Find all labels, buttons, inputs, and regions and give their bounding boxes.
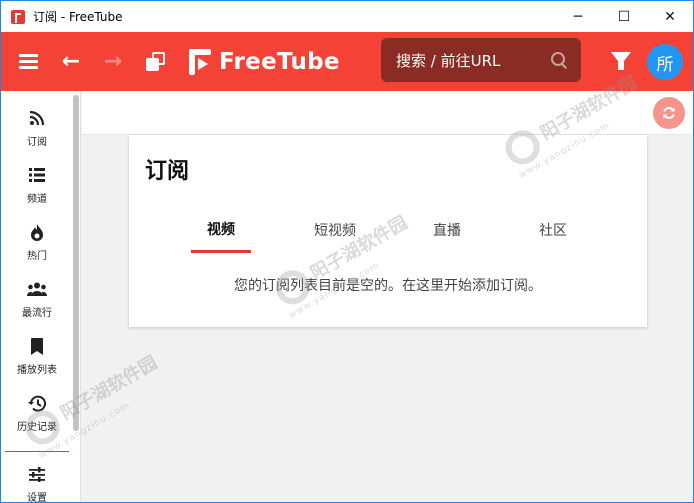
tab-community[interactable]: 社区 bbox=[525, 207, 581, 253]
sidebar-item-trending[interactable]: 热门 bbox=[1, 219, 73, 275]
sidebar-item-settings[interactable]: 设置 bbox=[1, 461, 73, 503]
title-bar: 订阅 - FreeTube ─ ☐ ✕ bbox=[1, 1, 693, 32]
sidebar-item-label: 设置 bbox=[27, 493, 47, 503]
close-button[interactable]: ✕ bbox=[647, 1, 693, 32]
sidebar-item-label: 订阅 bbox=[27, 137, 47, 148]
fire-icon bbox=[30, 219, 44, 245]
top-nav: ← → FreeTube 搜索 / 前往URL 所 bbox=[1, 32, 693, 91]
search-placeholder: 搜索 / 前往URL bbox=[396, 51, 501, 70]
new-window-icon[interactable] bbox=[144, 32, 168, 91]
app-window: 订阅 - FreeTube ─ ☐ ✕ ← → FreeTube 搜索 / 前往… bbox=[0, 0, 694, 503]
search-icon[interactable] bbox=[551, 52, 567, 68]
bookmark-icon bbox=[31, 333, 43, 359]
freetube-logo[interactable]: FreeTube bbox=[189, 32, 340, 91]
sidebar-item-label: 热门 bbox=[27, 251, 47, 262]
minimize-button[interactable]: ─ bbox=[555, 1, 601, 32]
page-title: 订阅 bbox=[145, 159, 190, 184]
forward-arrow-icon[interactable]: → bbox=[101, 32, 125, 91]
window-title: 订阅 - FreeTube bbox=[33, 10, 123, 24]
sidebar-scrollbar[interactable] bbox=[73, 95, 79, 431]
sidebar-item-label: 播放列表 bbox=[17, 365, 57, 376]
sidebar-item-history[interactable]: 历史记录 bbox=[1, 390, 73, 446]
sidebar-item-subscriptions[interactable]: 订阅 bbox=[1, 105, 73, 161]
rss-icon bbox=[29, 105, 45, 131]
refresh-bar bbox=[82, 91, 693, 135]
sliders-icon bbox=[29, 461, 45, 487]
search-input[interactable]: 搜索 / 前往URL bbox=[381, 38, 581, 82]
sidebar-item-label: 历史记录 bbox=[17, 422, 57, 433]
filter-icon-stem bbox=[618, 62, 624, 70]
sidebar-divider bbox=[5, 451, 69, 452]
sidebar-item-channels[interactable]: 频道 bbox=[1, 162, 73, 218]
tab-shorts[interactable]: 短视频 bbox=[303, 207, 367, 253]
freetube-logo-icon bbox=[189, 48, 211, 75]
subscription-tabs: 视频 短视频 直播 社区 bbox=[165, 207, 625, 253]
sidebar-item-playlists[interactable]: 播放列表 bbox=[1, 333, 73, 389]
refresh-icon[interactable] bbox=[653, 97, 685, 129]
menu-icon[interactable] bbox=[17, 32, 39, 91]
list-icon bbox=[29, 162, 45, 188]
logo-text: FreeTube bbox=[219, 48, 340, 75]
tab-videos[interactable]: 视频 bbox=[191, 207, 251, 253]
maximize-button[interactable]: ☐ bbox=[601, 1, 647, 32]
sidebar-item-label: 最流行 bbox=[22, 308, 52, 319]
back-arrow-icon[interactable]: ← bbox=[59, 32, 83, 91]
users-icon bbox=[27, 276, 47, 302]
profile-avatar[interactable]: 所 bbox=[647, 44, 683, 80]
sidebar: 订阅 频道 热门 最流行 播放列表 历史记录 设置 bbox=[1, 91, 81, 503]
tab-live[interactable]: 直播 bbox=[419, 207, 475, 253]
window-controls: ─ ☐ ✕ bbox=[555, 1, 693, 32]
freetube-app-icon bbox=[11, 9, 25, 24]
history-icon bbox=[28, 390, 46, 416]
sidebar-item-popular[interactable]: 最流行 bbox=[1, 276, 73, 332]
empty-subscriptions-message: 您的订阅列表目前是空的。在这里开始添加订阅。 bbox=[234, 278, 542, 294]
sidebar-item-label: 频道 bbox=[27, 194, 47, 205]
subscriptions-card: 订阅 视频 短视频 直播 社区 您的订阅列表目前是空的。在这里开始添加订阅。 bbox=[129, 135, 647, 327]
